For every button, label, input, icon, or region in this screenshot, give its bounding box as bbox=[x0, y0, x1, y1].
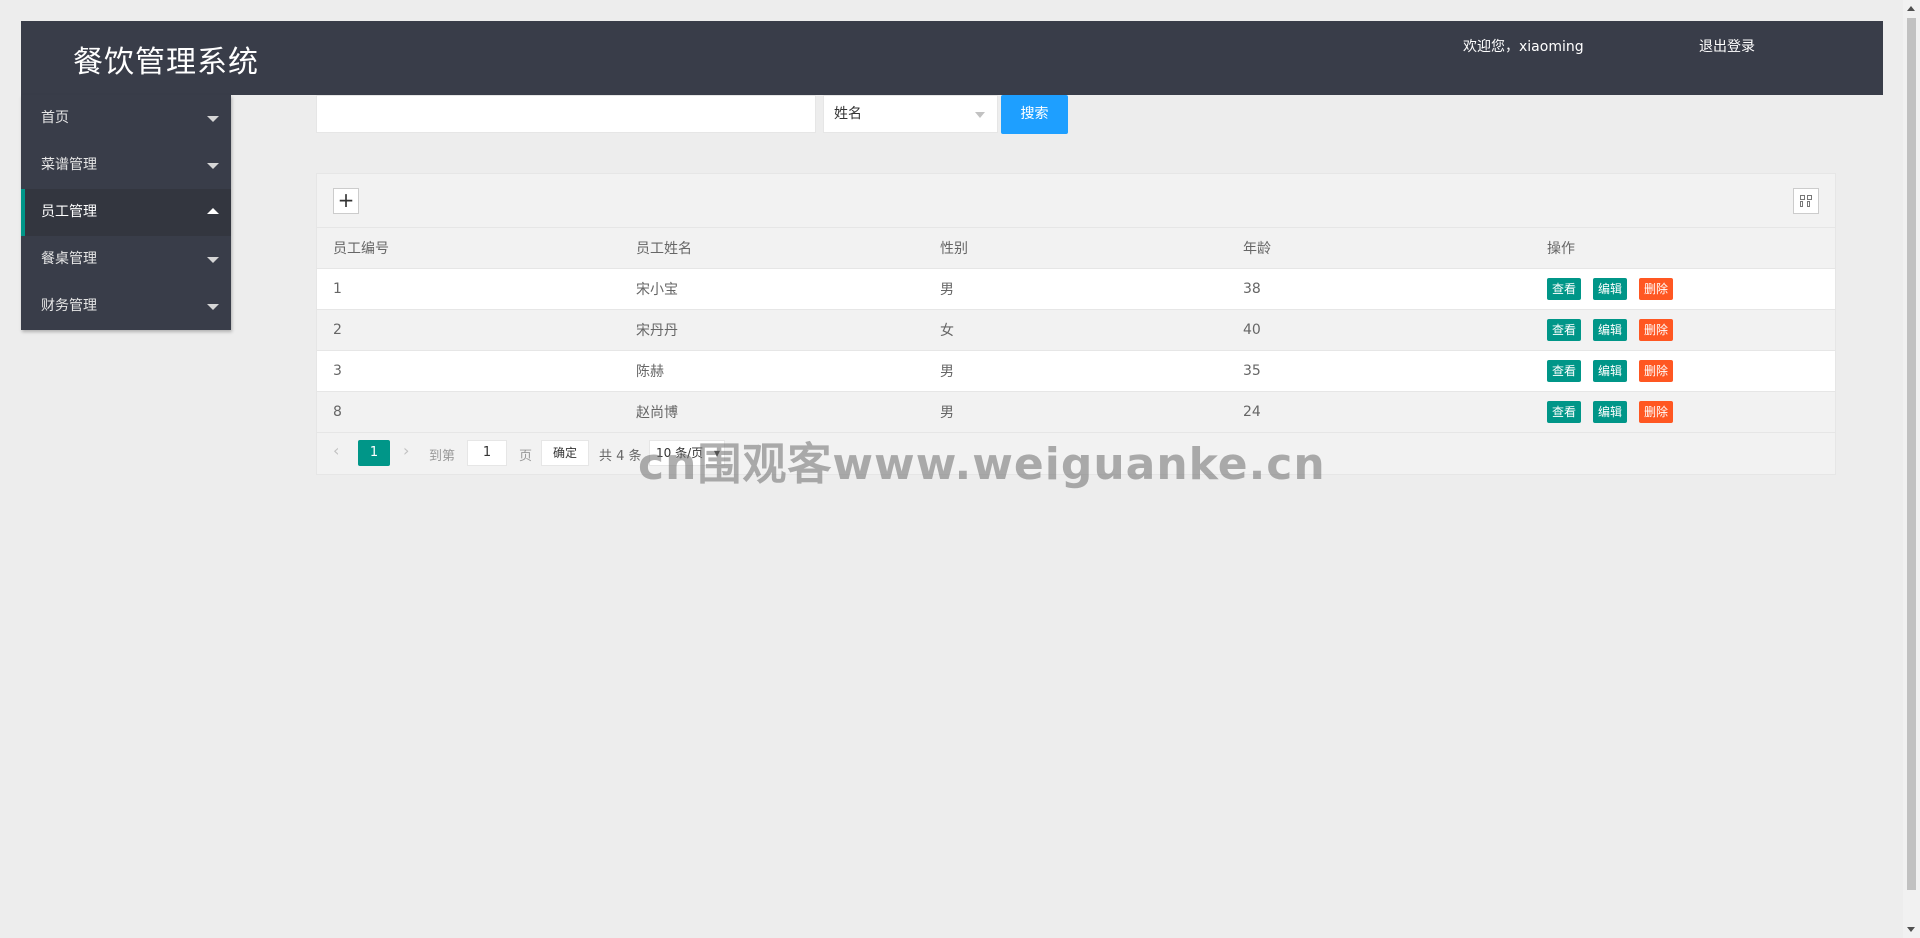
view-button[interactable]: 查看 bbox=[1547, 401, 1582, 423]
page-label: 页 bbox=[519, 449, 533, 464]
chevron-left-icon[interactable]: ‹ bbox=[333, 441, 339, 460]
cell-gender: 女 bbox=[940, 323, 954, 339]
sidebar-item-label: 员工管理 bbox=[41, 204, 97, 220]
column-header: 性别 bbox=[940, 241, 968, 257]
chevron-down-icon bbox=[207, 116, 219, 122]
chevron-down-icon bbox=[207, 163, 219, 169]
chevron-down-icon bbox=[207, 257, 219, 263]
cell-name: 宋丹丹 bbox=[636, 323, 678, 339]
edit-button[interactable]: 编辑 bbox=[1593, 319, 1628, 341]
cell-age: 40 bbox=[1243, 322, 1261, 338]
cell-id: 1 bbox=[333, 281, 342, 297]
app-title: 餐饮管理系统 bbox=[73, 45, 259, 80]
page-size-select[interactable]: 10 条/页 bbox=[649, 440, 725, 466]
edit-button[interactable]: 编辑 bbox=[1593, 401, 1628, 423]
view-button[interactable]: 查看 bbox=[1547, 319, 1582, 341]
cell-gender: 男 bbox=[940, 405, 954, 421]
cell-actions: 查看 编辑 删除 bbox=[1531, 351, 1835, 392]
sidebar-item-table-management[interactable]: 餐桌管理 bbox=[21, 236, 231, 283]
cell-name: 陈赫 bbox=[636, 364, 664, 380]
edit-button[interactable]: 编辑 bbox=[1593, 360, 1628, 382]
edit-button[interactable]: 编辑 bbox=[1593, 278, 1628, 300]
scrollbar-thumb[interactable] bbox=[1907, 18, 1916, 890]
page-number-current[interactable]: 1 bbox=[358, 440, 390, 466]
sidebar-item-staff-management[interactable]: 员工管理 bbox=[21, 189, 231, 236]
chevron-right-icon[interactable]: › bbox=[403, 441, 409, 460]
columns-icon[interactable] bbox=[1793, 188, 1819, 214]
scroll-up-icon[interactable] bbox=[1907, 6, 1915, 11]
scroll-down-icon[interactable] bbox=[1907, 927, 1915, 932]
view-button[interactable]: 查看 bbox=[1547, 360, 1582, 382]
cell-id: 8 bbox=[333, 404, 342, 420]
welcome-text: 欢迎您，xiaoming bbox=[1463, 39, 1584, 55]
cell-age: 38 bbox=[1243, 281, 1261, 297]
cell-gender: 男 bbox=[940, 364, 954, 380]
sidebar-item-menu-management[interactable]: 菜谱管理 bbox=[21, 142, 231, 189]
total-count: 共 4 条 bbox=[599, 449, 642, 464]
delete-button[interactable]: 删除 bbox=[1639, 319, 1674, 341]
staff-table: 员工编号 员工姓名 性别 年龄 操作 1 宋小宝 男 38 查看 编辑 删除 2 宋… bbox=[317, 228, 1835, 432]
sidebar-item-label: 菜谱管理 bbox=[41, 157, 97, 173]
table-row: 1 宋小宝 男 38 查看 编辑 删除 bbox=[317, 268, 1835, 310]
logout-link[interactable]: 退出登录 bbox=[1699, 36, 1755, 56]
plus-icon[interactable]: + bbox=[333, 188, 359, 214]
chevron-down-icon bbox=[975, 112, 985, 118]
table-row: 3 陈赫 男 35 查看 编辑 删除 bbox=[317, 350, 1835, 392]
table-toolbar: + bbox=[317, 174, 1835, 228]
staff-table-panel: + 员工编号 员工姓名 性别 年龄 操作 1 宋小宝 男 38 查看 编辑 删除… bbox=[316, 173, 1836, 475]
cell-id: 2 bbox=[333, 322, 342, 338]
cell-gender: 男 bbox=[940, 282, 954, 298]
sidebar-item-finance-management[interactable]: 财务管理 bbox=[21, 283, 231, 330]
search-field-select[interactable]: 姓名 bbox=[823, 95, 998, 133]
column-header: 员工编号 bbox=[333, 241, 389, 257]
column-header: 员工姓名 bbox=[636, 241, 692, 257]
vertical-scrollbar[interactable] bbox=[1903, 0, 1920, 938]
view-button[interactable]: 查看 bbox=[1547, 278, 1582, 300]
sidebar: 首页 菜谱管理 员工管理 餐桌管理 财务管理 bbox=[21, 95, 231, 330]
column-header: 年龄 bbox=[1243, 241, 1271, 257]
cell-name: 赵尚博 bbox=[636, 405, 678, 421]
chevron-up-icon bbox=[207, 208, 219, 214]
delete-button[interactable]: 删除 bbox=[1639, 401, 1674, 423]
goto-label: 到第 bbox=[429, 449, 456, 464]
delete-button[interactable]: 删除 bbox=[1639, 360, 1674, 382]
search-button[interactable]: 搜索 bbox=[1001, 95, 1068, 134]
sidebar-item-label: 财务管理 bbox=[41, 298, 97, 314]
cell-name: 宋小宝 bbox=[636, 282, 678, 298]
delete-button[interactable]: 删除 bbox=[1639, 278, 1674, 300]
app-window: 餐饮管理系统 欢迎您，xiaoming 退出登录 首页 菜谱管理 员工管理 餐桌… bbox=[21, 21, 1883, 938]
table-row: 8 赵尚博 男 24 查看 编辑 删除 bbox=[317, 391, 1835, 433]
column-header: 操作 bbox=[1547, 241, 1575, 257]
top-header: 餐饮管理系统 欢迎您，xiaoming 退出登录 bbox=[21, 21, 1883, 95]
cell-id: 3 bbox=[333, 363, 342, 379]
table-row: 2 宋丹丹 女 40 查看 编辑 删除 bbox=[317, 309, 1835, 351]
cell-actions: 查看 编辑 删除 bbox=[1531, 269, 1835, 310]
goto-page-input[interactable]: 1 bbox=[467, 440, 507, 466]
cell-age: 35 bbox=[1243, 363, 1261, 379]
cell-age: 24 bbox=[1243, 404, 1261, 420]
cell-actions: 查看 编辑 删除 bbox=[1531, 310, 1835, 351]
search-field-selected: 姓名 bbox=[834, 106, 862, 122]
chevron-down-icon bbox=[207, 304, 219, 310]
search-input[interactable] bbox=[316, 95, 816, 133]
goto-confirm-button[interactable]: 确定 bbox=[541, 440, 589, 466]
sidebar-item-home[interactable]: 首页 bbox=[21, 95, 231, 142]
cell-actions: 查看 编辑 删除 bbox=[1531, 392, 1835, 433]
pagination: ‹ 1 › 到第 1 页 确定 共 4 条 10 条/页 bbox=[317, 432, 1835, 474]
sidebar-item-label: 餐桌管理 bbox=[41, 251, 97, 267]
table-header-row: 员工编号 员工姓名 性别 年龄 操作 bbox=[317, 228, 1835, 269]
sidebar-item-label: 首页 bbox=[41, 110, 69, 126]
